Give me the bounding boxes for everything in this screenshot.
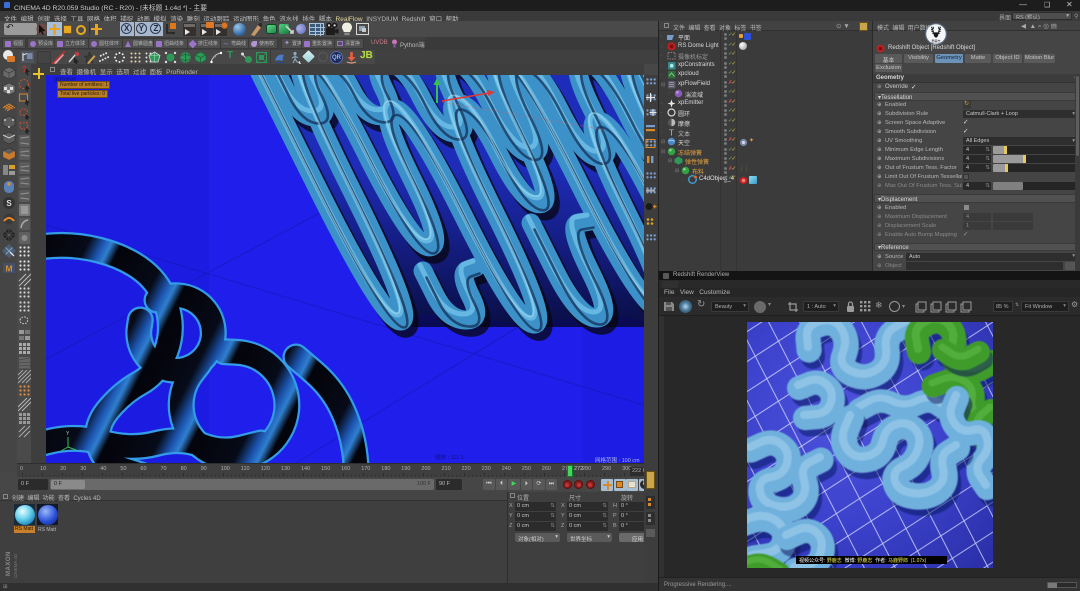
svg-text:S: S [6,199,12,208]
svg-text:T: T [669,128,674,137]
svg-text:野鹿志: 野鹿志 [931,38,940,43]
svg-text:M: M [5,263,12,273]
